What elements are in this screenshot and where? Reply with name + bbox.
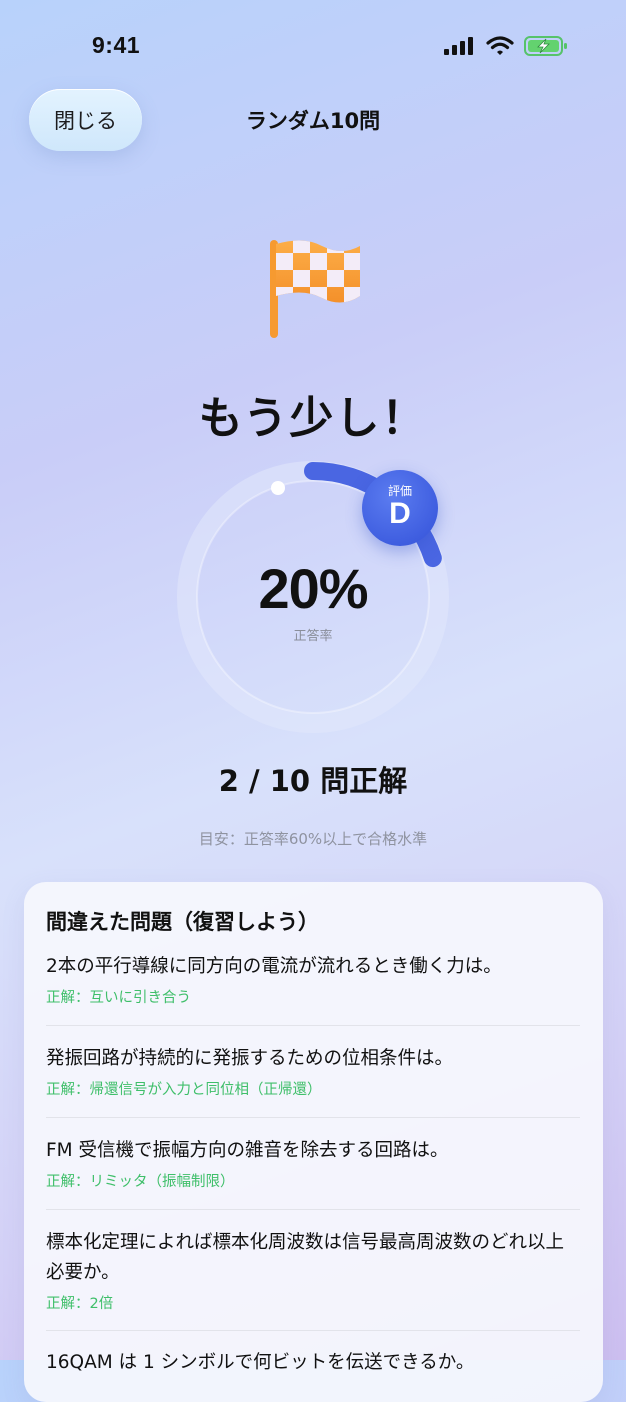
divider bbox=[46, 1117, 580, 1118]
review-answer: 正解：帰還信号が入力と同位相（正帰還） bbox=[46, 1082, 322, 1098]
review-item[interactable]: FM 受信機で振幅方向の雑音を除去する回路は。 正解：リミッタ（振幅制限） bbox=[46, 1136, 580, 1191]
review-answer: 正解：互いに引き合う bbox=[46, 990, 191, 1006]
divider bbox=[46, 1330, 580, 1331]
score-summary: 2 / 10 問正解 bbox=[218, 764, 408, 798]
accuracy-label: 正答率 bbox=[293, 629, 333, 644]
ring-start-dot bbox=[271, 481, 285, 495]
review-question: 16QAM は 1 シンボルで何ビットを伝送できるか。 bbox=[46, 1352, 475, 1373]
review-question: 発振回路が持続的に発振するための位相条件は。 bbox=[46, 1048, 454, 1069]
divider bbox=[46, 1209, 580, 1210]
review-question: 標本化定理によれば標本化周波数は信号最高周波数のどれ以上必要か。 bbox=[46, 1232, 565, 1283]
status-time: 9:41 bbox=[92, 32, 141, 58]
review-card: 間違えた問題（復習しよう） 2本の平行導線に同方向の電流が流れるとき働く力は。 … bbox=[24, 882, 603, 1402]
page-title: ランダム10問 bbox=[245, 109, 381, 133]
review-title: 間違えた問題（復習しよう） bbox=[46, 910, 319, 934]
grade-badge: 評価 D bbox=[362, 470, 438, 546]
battery-charging-icon bbox=[524, 36, 567, 56]
grade-value: D bbox=[389, 497, 411, 530]
review-question: FM 受信機で振幅方向の雑音を除去する回路は。 bbox=[46, 1140, 449, 1161]
review-item[interactable]: 発振回路が持続的に発振するための位相条件は。 正解：帰還信号が入力と同位相（正帰… bbox=[46, 1044, 580, 1099]
divider bbox=[46, 1025, 580, 1026]
review-item[interactable]: 16QAM は 1 シンボルで何ビットを伝送できるか。 bbox=[46, 1348, 580, 1378]
wifi-icon bbox=[486, 36, 514, 55]
status-icons bbox=[444, 35, 568, 57]
checkered-flag-icon bbox=[270, 240, 360, 338]
review-answer: 正解：リミッタ（振幅制限） bbox=[46, 1174, 235, 1190]
accuracy-percent: 20% bbox=[258, 557, 368, 620]
review-item[interactable]: 2本の平行導線に同方向の電流が流れるとき働く力は。 正解：互いに引き合う bbox=[46, 952, 580, 1007]
review-item[interactable]: 標本化定理によれば標本化周波数は信号最高周波数のどれ以上必要か。 正解：2倍 bbox=[46, 1228, 580, 1313]
review-question: 2本の平行導線に同方向の電流が流れるとき働く力は。 bbox=[46, 956, 502, 977]
result-headline: もう少し！ bbox=[198, 393, 428, 444]
cellular-signal-icon bbox=[444, 37, 473, 55]
pass-guideline: 目安：正答率60%以上で合格水準 bbox=[198, 830, 428, 848]
review-answer: 正解：2倍 bbox=[46, 1296, 114, 1312]
